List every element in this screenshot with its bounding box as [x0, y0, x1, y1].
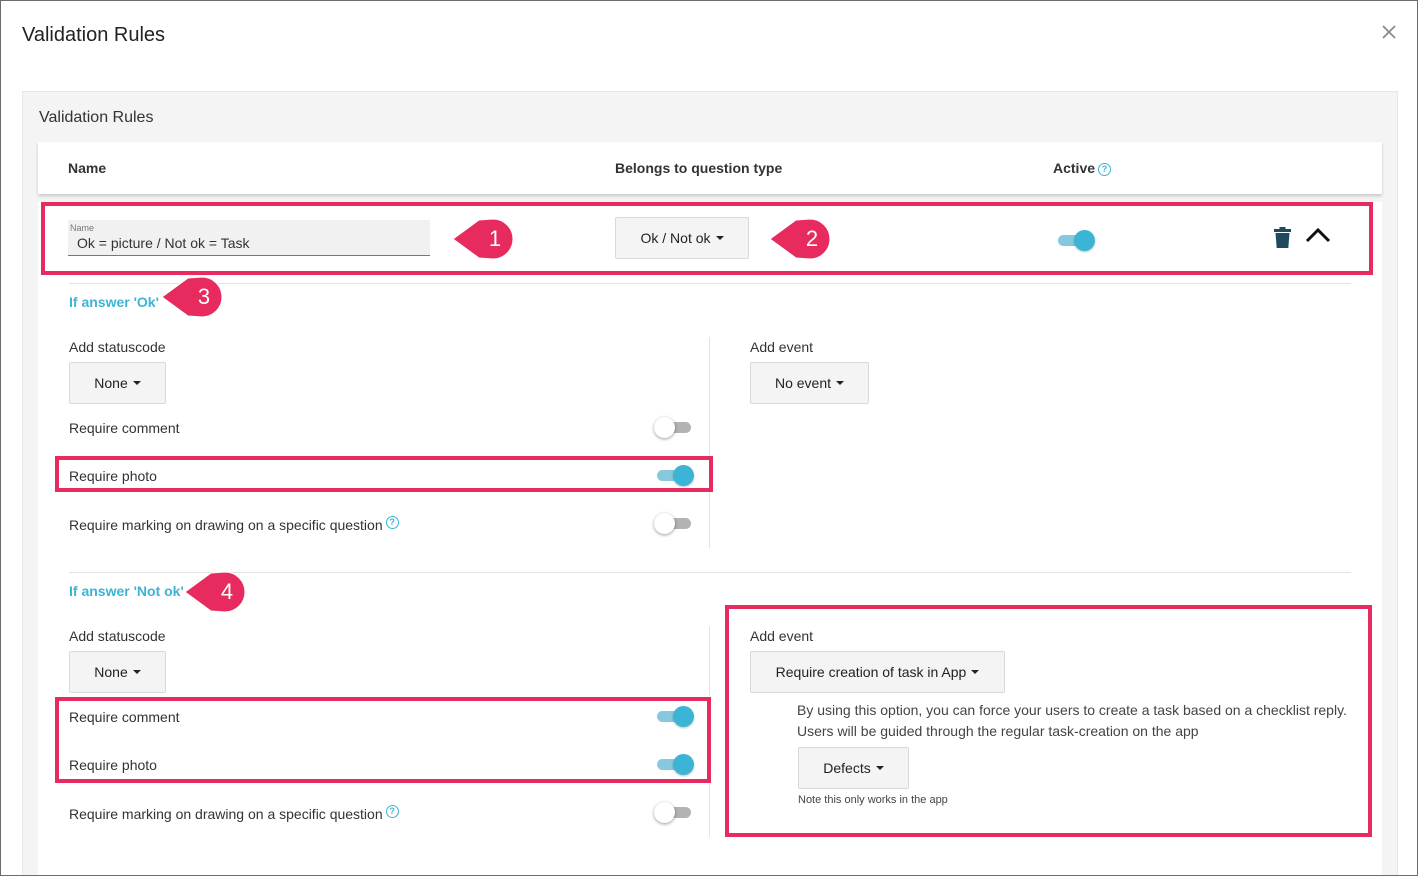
table-header: Name Belongs to question type Active? — [38, 142, 1382, 194]
task-type-dropdown[interactable]: Defects — [798, 747, 909, 789]
notok-statuscode-dropdown[interactable]: None — [69, 651, 166, 693]
question-type-dropdown[interactable]: Ok / Not ok — [615, 217, 749, 259]
ok-require-marking-label: Require marking on drawing on a specific… — [69, 516, 399, 533]
ok-event-label: Add event — [750, 339, 814, 355]
rule-name-field[interactable]: Name — [68, 220, 430, 256]
notok-statuscode-label: Add statuscode — [69, 628, 166, 644]
callout-marker: 2 — [766, 217, 832, 261]
ok-require-photo-toggle[interactable] — [657, 464, 695, 486]
divider — [709, 626, 710, 837]
section-title-answer-not-ok: If answer 'Not ok' — [69, 583, 184, 599]
column-header-active: Active? — [1053, 160, 1112, 176]
modal-title: Validation Rules — [22, 24, 166, 46]
notok-require-comment-toggle[interactable] — [657, 705, 695, 727]
ok-require-comment-toggle[interactable] — [654, 416, 695, 438]
ok-statuscode-label: Add statuscode — [69, 339, 166, 355]
callout-marker: 3 — [158, 275, 224, 319]
notok-event-label: Add event — [750, 628, 814, 644]
rule-active-toggle[interactable] — [1058, 229, 1096, 251]
chevron-down-icon — [715, 236, 724, 240]
ok-require-photo-label: Require photo — [69, 468, 157, 484]
column-header-question-type: Belongs to question type — [615, 160, 783, 176]
chevron-down-icon — [875, 766, 884, 770]
chevron-up-icon[interactable] — [1305, 227, 1331, 243]
rule-name-label: Name — [70, 223, 95, 233]
panel-title: Validation Rules — [39, 109, 154, 126]
event-description: By using this option, you can force your… — [797, 702, 1347, 739]
divider — [69, 572, 1351, 573]
notok-event-dropdown[interactable]: Require creation of task in App — [750, 651, 1005, 693]
chevron-down-icon — [971, 670, 980, 674]
marking-help-icon[interactable]: ? — [385, 516, 399, 529]
divider — [709, 337, 710, 548]
trash-icon[interactable] — [1274, 227, 1291, 248]
close-icon[interactable] — [1379, 22, 1399, 42]
active-help-icon[interactable]: ? — [1098, 163, 1112, 176]
divider — [69, 283, 1351, 284]
notok-require-marking-toggle[interactable] — [654, 801, 695, 823]
section-title-answer-ok: If answer 'Ok' — [69, 294, 159, 310]
column-header-name: Name — [68, 160, 107, 176]
notok-require-photo-toggle[interactable] — [657, 753, 695, 775]
validation-rules-panel: Validation Rules Name Belongs to questio… — [22, 91, 1398, 875]
ok-statuscode-dropdown[interactable]: None — [69, 362, 166, 404]
chevron-down-icon — [132, 381, 141, 385]
marking-help-icon[interactable]: ? — [385, 805, 399, 818]
ok-require-marking-toggle[interactable] — [654, 512, 695, 534]
chevron-down-icon — [132, 670, 141, 674]
notok-require-comment-label: Require comment — [69, 709, 180, 725]
modal: Validation Rules Validation Rules Name B… — [0, 0, 1418, 876]
app-only-note: Note this only works in the app — [798, 794, 948, 806]
callout-marker: 4 — [181, 570, 247, 614]
ok-require-comment-label: Require comment — [69, 420, 180, 436]
notok-require-marking-label: Require marking on drawing on a specific… — [69, 805, 399, 822]
chevron-down-icon — [836, 381, 845, 385]
rule-name-input[interactable] — [77, 234, 417, 252]
notok-require-photo-label: Require photo — [69, 757, 157, 773]
rule-card: Name Ok / Not ok If answer 'Ok' Add stat… — [38, 202, 1382, 875]
callout-marker: 1 — [449, 217, 515, 261]
ok-event-dropdown[interactable]: No event — [750, 362, 869, 404]
